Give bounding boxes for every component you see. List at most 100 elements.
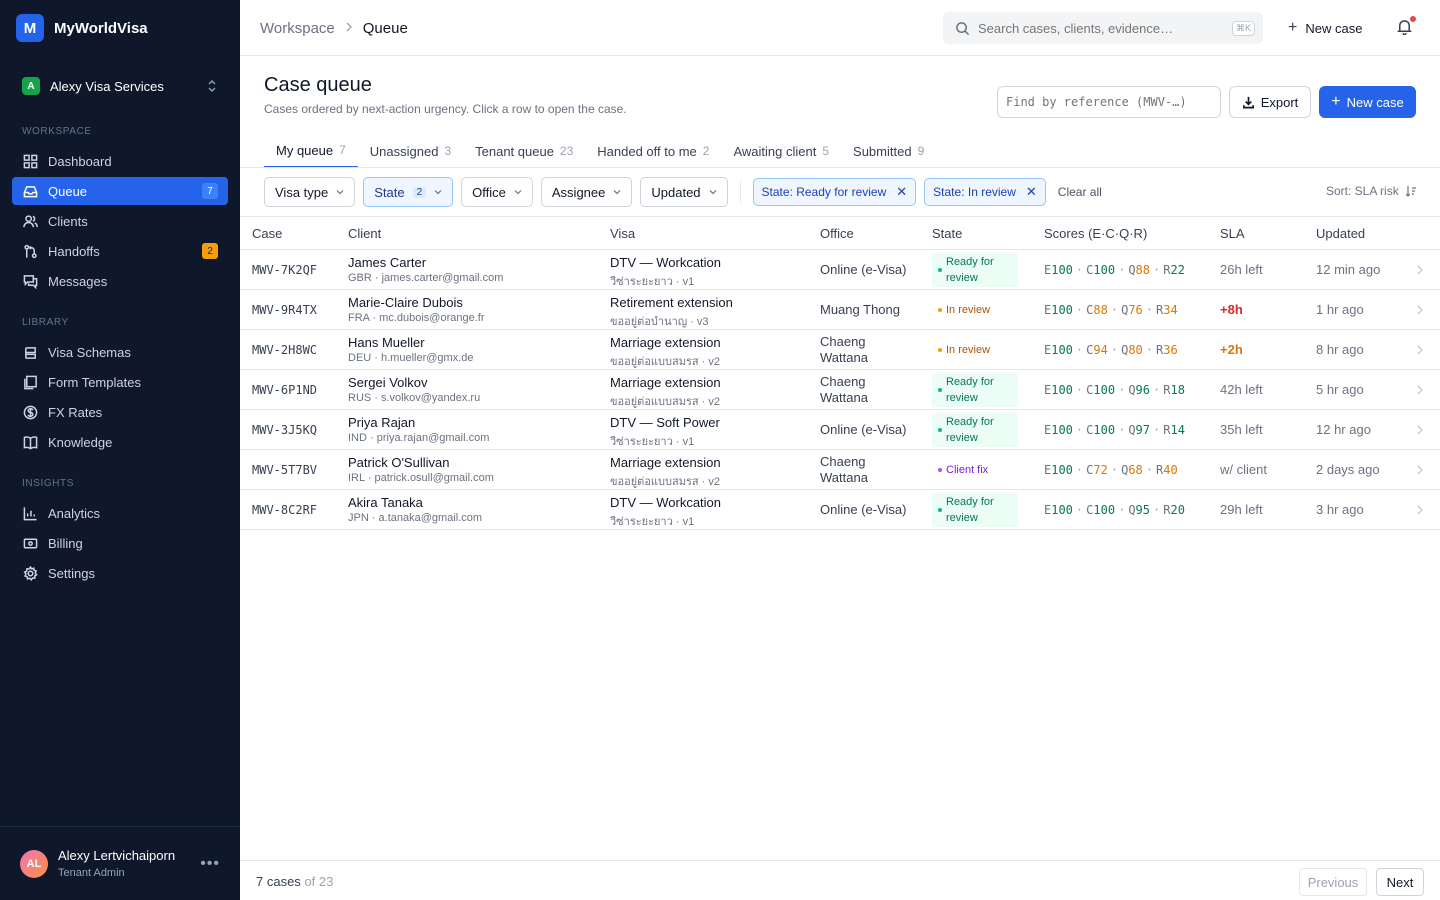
clear-all-filters[interactable]: Clear all bbox=[1058, 185, 1102, 199]
search-input[interactable] bbox=[978, 20, 1224, 36]
column-header[interactable]: SLA bbox=[1220, 226, 1245, 241]
score-value: 80 bbox=[1128, 343, 1143, 357]
sla: 35h left bbox=[1220, 422, 1263, 437]
tab-handed-off-to-me[interactable]: Handed off to me 2 bbox=[585, 134, 721, 168]
filter-visa-type[interactable]: Visa type bbox=[264, 177, 356, 207]
column-header[interactable]: Office bbox=[820, 226, 854, 241]
sidebar-item-knowledge[interactable]: Knowledge bbox=[12, 428, 228, 456]
state-dot bbox=[938, 348, 942, 352]
global-search[interactable]: ⌘K bbox=[943, 12, 1263, 44]
table-row[interactable]: MWV-9R4TX Marie-Claire Dubois FRA · mc.d… bbox=[240, 290, 1440, 330]
sla: 29h left bbox=[1220, 502, 1263, 517]
column-header[interactable]: Client bbox=[348, 226, 381, 241]
case-reference: MWV-2H8WC bbox=[252, 343, 318, 357]
score-value: 97 bbox=[1135, 423, 1150, 437]
filter-updated[interactable]: Updated bbox=[640, 177, 728, 207]
user-role: Tenant Admin bbox=[58, 867, 125, 879]
visa-cell: Retirement extension ขออยู่ต่อบำนาญ · v3 bbox=[610, 295, 733, 330]
column-header[interactable]: Visa bbox=[610, 226, 635, 241]
sidebar-item-handoffs[interactable]: Handoffs 2 bbox=[12, 237, 228, 265]
filter-chip-review[interactable]: State: In review ✕ bbox=[924, 178, 1046, 206]
find-by-reference[interactable] bbox=[997, 86, 1221, 118]
table-row[interactable]: MWV-8C2RF Akira Tanaka JPN · a.tanaka@gm… bbox=[240, 490, 1440, 530]
sidebar-item-form-templates[interactable]: Form Templates bbox=[12, 368, 228, 396]
state-dot bbox=[938, 468, 942, 472]
client-cell: Patrick O'Sullivan IRL · patrick.osull@g… bbox=[348, 455, 494, 484]
filter-chip-ready[interactable]: State: Ready for review ✕ bbox=[752, 178, 917, 206]
sidebar-item-settings[interactable]: Settings bbox=[12, 559, 228, 587]
state-dot bbox=[938, 268, 942, 272]
sidebar-item-dashboard[interactable]: Dashboard bbox=[12, 147, 228, 175]
filter-state[interactable]: State 2 bbox=[363, 177, 454, 207]
export-label: Export bbox=[1260, 94, 1299, 110]
export-button[interactable]: Export bbox=[1229, 86, 1311, 118]
sidebar-section-label: WORKSPACE bbox=[22, 126, 92, 137]
score-separator: · bbox=[1153, 503, 1161, 517]
score-value: 40 bbox=[1163, 463, 1178, 477]
tab-unassigned[interactable]: Unassigned 3 bbox=[358, 134, 463, 168]
table-row[interactable]: MWV-3J5KQ Priya Rajan IND · priya.rajan@… bbox=[240, 410, 1440, 450]
breadcrumb-workspace[interactable]: Workspace bbox=[260, 20, 335, 37]
state-badge: Client fix bbox=[932, 453, 1018, 487]
tab-count: 5 bbox=[822, 144, 830, 158]
sort-control[interactable]: Sort: SLA risk bbox=[1326, 184, 1417, 198]
updated: 8 hr ago bbox=[1316, 342, 1364, 357]
column-header[interactable]: State bbox=[932, 226, 962, 241]
sidebar-item-analytics[interactable]: Analytics bbox=[12, 499, 228, 527]
top-new-case-button[interactable]: + New case bbox=[1288, 16, 1362, 40]
state-label: Ready for review bbox=[946, 416, 994, 444]
state-badge: Ready for review bbox=[932, 373, 1018, 407]
next-page-button[interactable]: Next bbox=[1376, 868, 1424, 896]
table-row[interactable]: MWV-5T7BV Patrick O'Sullivan IRL · patri… bbox=[240, 450, 1440, 490]
sidebar-section-label: INSIGHTS bbox=[22, 478, 75, 489]
chevron-right-icon bbox=[1416, 304, 1424, 316]
template-icon bbox=[22, 374, 38, 390]
previous-page-button[interactable]: Previous bbox=[1299, 868, 1367, 896]
notification-dot bbox=[1410, 16, 1416, 22]
new-case-button[interactable]: + New case bbox=[1319, 86, 1416, 118]
table-row[interactable]: MWV-2H8WC Hans Mueller DEU · h.mueller@g… bbox=[240, 330, 1440, 370]
sidebar-item-fx-rates[interactable]: FX Rates bbox=[12, 398, 228, 426]
score-value: 88 bbox=[1135, 263, 1150, 277]
currency-icon bbox=[22, 404, 38, 420]
dashboard-icon bbox=[22, 153, 38, 169]
tab-my-queue[interactable]: My queue 7 bbox=[264, 134, 358, 168]
billing-icon bbox=[22, 535, 38, 551]
close-icon[interactable]: ✕ bbox=[1026, 184, 1037, 200]
sidebar-item-visa-schemas[interactable]: Visa Schemas bbox=[12, 338, 228, 366]
chevron-right-icon bbox=[1416, 384, 1424, 396]
user-profile[interactable]: AL Alexy Lertvichaiporn Tenant Admin ••• bbox=[0, 826, 240, 900]
more-icon[interactable]: ••• bbox=[200, 855, 220, 873]
filter-office[interactable]: Office bbox=[461, 177, 533, 207]
tab-label: Unassigned bbox=[369, 143, 439, 159]
scores: E100 · C88 · Q76 · R34 bbox=[1044, 303, 1178, 317]
notifications-button[interactable] bbox=[1396, 16, 1416, 36]
tab-submitted[interactable]: Submitted 9 bbox=[841, 134, 936, 168]
filter-bar: Visa type State 2 Office Assignee Update… bbox=[264, 177, 1102, 207]
table-row[interactable]: MWV-7K2QF James Carter GBR · james.carte… bbox=[240, 250, 1440, 290]
tenant-switcher[interactable]: A Alexy Visa Services bbox=[12, 70, 228, 102]
sidebar-item-billing[interactable]: Billing bbox=[12, 529, 228, 557]
find-reference-input[interactable] bbox=[1006, 95, 1212, 109]
state-label: Ready for review bbox=[946, 256, 994, 284]
brand[interactable]: M MyWorldVisa bbox=[0, 0, 240, 56]
filter-assignee-label: Assignee bbox=[551, 184, 606, 200]
state-label: Ready for review bbox=[946, 496, 994, 524]
tab-tenant-queue[interactable]: Tenant queue 23 bbox=[463, 134, 585, 168]
close-icon[interactable]: ✕ bbox=[896, 184, 907, 200]
sidebar-item-clients[interactable]: Clients bbox=[12, 207, 228, 235]
tab-label: Tenant queue bbox=[475, 143, 554, 159]
table-row[interactable]: MWV-6P1ND Sergei Volkov RUS · s.volkov@y… bbox=[240, 370, 1440, 410]
client-name: Marie-Claire Dubois bbox=[348, 295, 463, 310]
filter-divider bbox=[739, 181, 741, 203]
filter-assignee[interactable]: Assignee bbox=[540, 177, 633, 207]
column-header[interactable]: Scores (E·C·Q·R) bbox=[1044, 226, 1147, 241]
sidebar-item-messages[interactable]: Messages bbox=[12, 267, 228, 295]
client-contact: IRL · patrick.osull@gmail.com bbox=[348, 472, 494, 484]
column-header[interactable]: Updated bbox=[1316, 226, 1365, 241]
visa-type: Marriage extension bbox=[610, 335, 721, 350]
sidebar-item-queue[interactable]: Queue 7 bbox=[12, 177, 228, 205]
column-header[interactable]: Case bbox=[252, 226, 282, 241]
scores: E100 · C100 · Q88 · R22 bbox=[1044, 263, 1185, 277]
tab-awaiting-client[interactable]: Awaiting client 5 bbox=[721, 134, 841, 168]
